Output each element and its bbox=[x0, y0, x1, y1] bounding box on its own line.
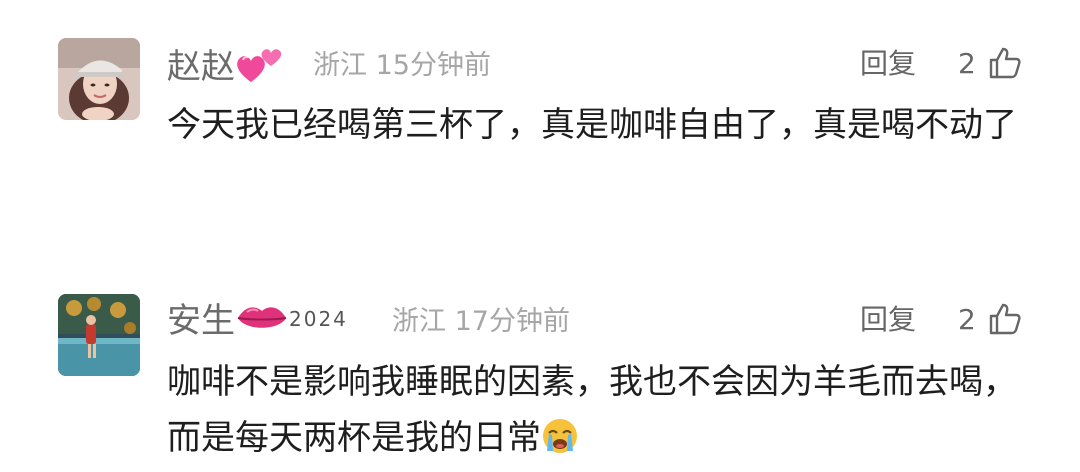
timestamp: 17分钟前 bbox=[454, 306, 570, 337]
thumbs-up-icon[interactable] bbox=[988, 302, 1022, 340]
lips-icon bbox=[235, 301, 289, 344]
like-count: 2 bbox=[958, 303, 976, 336]
comment-meta: 浙江 17分钟前 bbox=[392, 302, 570, 342]
comment-item: 安生 2024 浙江 17分钟前 回复 2 咖啡不是影响我睡眠的因素，我也不会因… bbox=[0, 0, 1080, 467]
comment-text: 咖啡不是影响我睡眠的因素，我也不会因为羊毛而去喝，而是每天两杯是我的日常 bbox=[167, 354, 1047, 472]
location: 浙江 bbox=[392, 306, 446, 337]
reply-button[interactable]: 回复 bbox=[860, 300, 916, 340]
username[interactable]: 安生 2024 bbox=[167, 301, 348, 344]
loudly-crying-face-icon bbox=[541, 416, 579, 472]
comment-text-body: 咖啡不是影响我睡眠的因素，我也不会因为羊毛而去喝，而是每天两杯是我的日常 bbox=[167, 362, 1017, 458]
avatar[interactable] bbox=[58, 294, 140, 376]
username-text[interactable]: 安生 bbox=[167, 301, 235, 341]
year-badge: 2024 bbox=[289, 307, 348, 331]
